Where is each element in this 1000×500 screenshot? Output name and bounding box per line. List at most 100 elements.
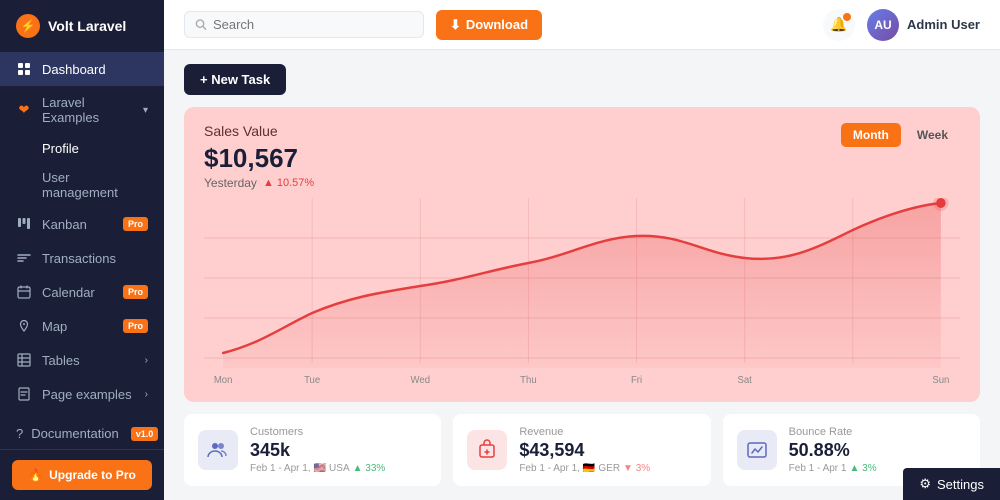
stats-row: Customers 345k Feb 1 - Apr 1, 🇺🇸 USA ▲ 3… [184,414,980,486]
notification-dot [843,13,851,21]
sidebar-item-map[interactable]: Map Pro [0,309,164,343]
bounce-sub: Feb 1 - Apr 1 ▲ 3% [789,463,877,474]
laravel-icon: ❤ [16,102,32,118]
customers-sub: Feb 1 - Apr 1, 🇺🇸 USA ▲ 33% [250,463,385,474]
laravel-examples-label: Laravel Examples [42,95,133,125]
gear-icon: ⚙ [919,476,931,492]
new-task-button[interactable]: + New Task [184,64,286,95]
revenue-label: Revenue [519,426,650,438]
kanban-pro-badge: Pro [123,217,148,231]
transactions-icon [16,250,32,266]
week-button[interactable]: Week [905,123,960,147]
search-input[interactable] [213,17,413,32]
svg-text:Tue: Tue [304,375,320,386]
avatar: AU [867,9,899,41]
calendar-label: Calendar [42,285,113,300]
doc-version-badge: v1.0 [131,427,159,441]
calendar-icon [16,284,32,300]
app-name: Volt Laravel [48,18,126,34]
search-box[interactable] [184,11,424,38]
revenue-stat: Revenue $43,594 Feb 1 - Apr 1, 🇩🇪 GER ▼ … [453,414,710,486]
calendar-pro-badge: Pro [123,285,148,299]
tables-chevron-icon: › [145,355,148,366]
flame-icon: 🔥 [28,468,43,482]
chart-value: $10,567 [204,143,314,174]
page-examples-icon [16,386,32,402]
svg-text:Sun: Sun [932,375,949,386]
user-menu[interactable]: AU Admin User [867,9,980,41]
chart-meta: Yesterday ▲ 10.57% [204,176,314,190]
sidebar-item-laravel-examples[interactable]: ❤ Laravel Examples ▾ [0,86,164,134]
download-arrow-icon: ⬇ [450,17,461,33]
kanban-label: Kanban [42,217,113,232]
bounce-trend: ▲ 3% [849,463,876,474]
chart-svg: Mon Tue Wed Thu Fri Sat Sun [204,198,960,388]
tables-label: Tables [42,353,135,368]
chart-header: Sales Value $10,567 Yesterday ▲ 10.57% M… [204,123,960,190]
customers-stat: Customers 345k Feb 1 - Apr 1, 🇺🇸 USA ▲ 3… [184,414,441,486]
revenue-value: $43,594 [519,440,650,461]
upgrade-button[interactable]: 🔥 Upgrade to Pro [12,460,152,490]
revenue-info: Revenue $43,594 Feb 1 - Apr 1, 🇩🇪 GER ▼ … [519,426,650,474]
month-button[interactable]: Month [841,123,901,147]
map-icon [16,318,32,334]
svg-text:Mon: Mon [214,375,233,386]
sidebar-item-kanban[interactable]: Kanban Pro [0,207,164,241]
documentation-item[interactable]: ? Documentation v1.0 [0,418,164,449]
revenue-sub: Feb 1 - Apr 1, 🇩🇪 GER ▼ 3% [519,463,650,474]
svg-text:Wed: Wed [411,375,430,386]
documentation-label: Documentation [31,426,118,441]
new-task-label: + New Task [200,72,270,87]
customers-icon [198,430,238,470]
download-label: Download [466,17,528,32]
bounce-icon [737,430,777,470]
map-pro-badge: Pro [123,319,148,333]
sidebar-item-user-management[interactable]: User management [0,163,164,207]
sidebar-item-dashboard[interactable]: Dashboard [0,52,164,86]
user-name: Admin User [907,17,980,32]
sidebar-item-page-examples[interactable]: Page examples › [0,377,164,411]
content-area: + New Task Sales Value $10,567 Yesterday… [164,50,1000,500]
dashboard-label: Dashboard [42,62,148,77]
sidebar-item-calendar[interactable]: Calendar Pro [0,275,164,309]
sidebar: ⚡ Volt Laravel Dashboard ❤ Laravel Examp… [0,0,164,500]
chart-trend: ▲ 10.57% [263,177,314,189]
map-label: Map [42,319,113,334]
settings-button[interactable]: ⚙ Settings [903,468,1000,500]
svg-text:Fri: Fri [631,375,642,386]
customers-info: Customers 345k Feb 1 - Apr 1, 🇺🇸 USA ▲ 3… [250,426,385,474]
svg-text:Thu: Thu [520,375,536,386]
chart-info: Sales Value $10,567 Yesterday ▲ 10.57% [204,123,314,190]
kanban-icon [16,216,32,232]
customers-label: Customers [250,426,385,438]
topbar: ⬇ Download 🔔 AU Admin User [164,0,1000,50]
chart-period-buttons: Month Week [841,123,960,147]
question-icon: ? [16,426,23,441]
chart-meta-label: Yesterday [204,176,257,190]
dashboard-icon [16,61,32,77]
page-examples-chevron-icon: › [145,389,148,400]
bounce-label: Bounce Rate [789,426,877,438]
search-icon [195,18,207,31]
sidebar-item-tables[interactable]: Tables › [0,343,164,377]
main-content: ⬇ Download 🔔 AU Admin User + New Task Sa… [164,0,1000,500]
settings-label: Settings [937,477,984,492]
notification-button[interactable]: 🔔 [823,9,855,41]
sidebar-item-components[interactable]: Components › [0,411,164,418]
customers-trend: ▲ 33% [353,463,386,474]
profile-label: Profile [42,141,79,156]
sidebar-item-transactions[interactable]: Transactions [0,241,164,275]
svg-text:Sat: Sat [738,375,753,386]
usa-flag: 🇺🇸 [314,463,326,474]
sidebar-nav: Dashboard ❤ Laravel Examples ▾ Profile U… [0,52,164,418]
page-examples-label: Page examples [42,387,135,402]
download-button[interactable]: ⬇ Download [436,10,542,40]
chevron-down-icon: ▾ [143,105,148,116]
topbar-right: 🔔 AU Admin User [823,9,980,41]
chart-area: Mon Tue Wed Thu Fri Sat Sun [204,198,960,388]
chart-title: Sales Value [204,123,314,139]
sidebar-item-profile[interactable]: Profile [0,134,164,163]
sidebar-bottom: 🔥 Upgrade to Pro [0,449,164,500]
revenue-trend: ▼ 3% [623,463,650,474]
sidebar-logo[interactable]: ⚡ Volt Laravel [0,0,164,52]
